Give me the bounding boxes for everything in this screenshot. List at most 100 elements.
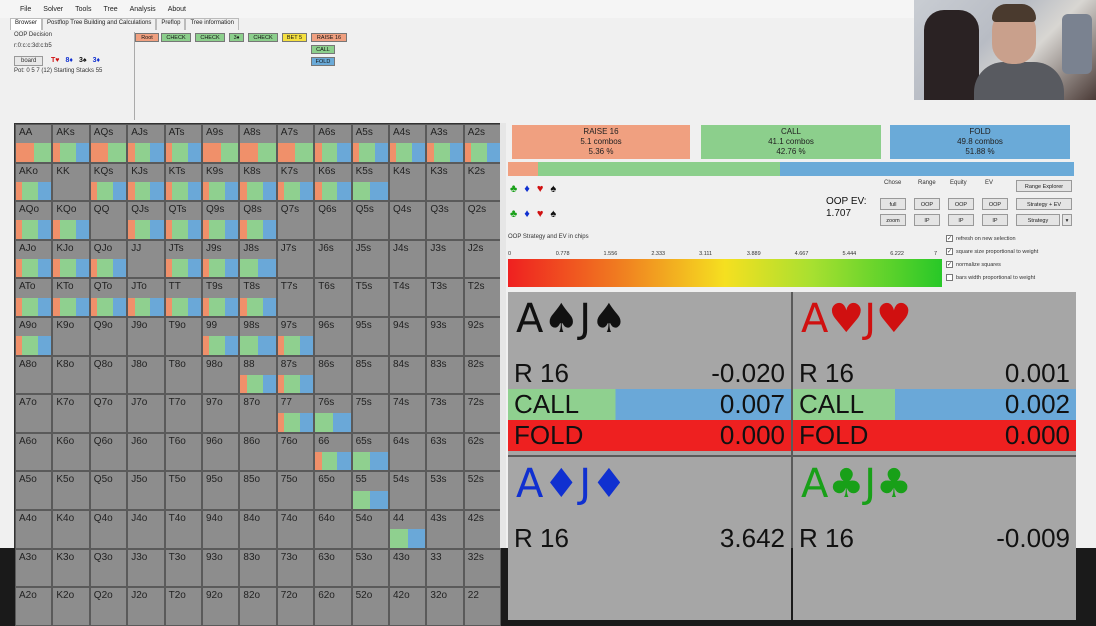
menu-about[interactable]: About	[162, 6, 192, 13]
grid-cell-QTo[interactable]: QTo	[89, 278, 128, 317]
grid-cell-Q3o[interactable]: Q3o	[89, 548, 128, 588]
range-ip-button[interactable]: IP	[914, 214, 940, 226]
strategy-button[interactable]: Strategy	[1016, 214, 1060, 226]
tree-node[interactable]: CHECK	[248, 33, 278, 42]
suit-filter-icon[interactable]: ♠	[550, 208, 556, 222]
grid-cell-T9s[interactable]: T9s	[202, 278, 240, 317]
grid-cell-63o[interactable]: 63o	[314, 548, 352, 588]
grid-cell-A8o[interactable]: A8o	[15, 355, 53, 395]
grid-cell-87s[interactable]: 87s	[276, 355, 315, 395]
grid-cell-Q7o[interactable]: Q7o	[89, 394, 128, 433]
suit-filter-icon[interactable]: ♣	[510, 208, 517, 222]
grid-cell-KTo[interactable]: KTo	[52, 278, 90, 317]
grid-cell-K2o[interactable]: K2o	[52, 587, 90, 626]
grid-cell-Q2o[interactable]: Q2o	[89, 587, 128, 626]
tree-node[interactable]: RAISE 16	[311, 33, 347, 42]
grid-cell-AKs[interactable]: AKs	[52, 124, 90, 163]
option-row[interactable]: bars width proportional to weight	[946, 274, 1035, 281]
grid-cell-A9o[interactable]: A9o	[15, 317, 53, 356]
grid-cell-AA[interactable]: AA	[15, 124, 53, 163]
grid-cell-J9s[interactable]: J9s	[202, 239, 240, 279]
grid-cell-77[interactable]: 77	[276, 394, 315, 433]
grid-cell-99[interactable]: 99	[202, 317, 240, 356]
option-row[interactable]: ✓ normalize squares	[946, 261, 1001, 268]
grid-cell-87o[interactable]: 87o	[239, 394, 277, 433]
grid-cell-65o[interactable]: 65o	[314, 471, 352, 510]
grid-cell-J8s[interactable]: J8s	[239, 239, 277, 279]
grid-cell-K5o[interactable]: K5o	[52, 471, 90, 510]
grid-cell-Q4s[interactable]: Q4s	[389, 201, 427, 240]
tab-browser[interactable]: Browser	[10, 18, 43, 30]
zoom-button[interactable]: zoom	[880, 214, 906, 226]
grid-cell-K2s[interactable]: K2s	[463, 162, 502, 202]
board-button[interactable]: board	[14, 56, 44, 66]
grid-cell-64o[interactable]: 64o	[314, 510, 352, 549]
grid-cell-94o[interactable]: 94o	[202, 510, 240, 549]
grid-cell-J2s[interactable]: J2s	[463, 239, 502, 279]
suit-filter-icon[interactable]: ♦	[524, 183, 530, 197]
grid-cell-73s[interactable]: 73s	[426, 394, 464, 433]
tree-node[interactable]: BET 5	[282, 33, 307, 42]
grid-cell-ATo[interactable]: ATo	[15, 278, 53, 317]
grid-cell-93s[interactable]: 93s	[426, 317, 464, 356]
grid-cell-J3o[interactable]: J3o	[127, 548, 165, 588]
grid-cell-75s[interactable]: 75s	[351, 394, 389, 433]
grid-cell-AKo[interactable]: AKo	[15, 162, 53, 202]
grid-cell-82s[interactable]: 82s	[463, 355, 502, 395]
grid-cell-AJo[interactable]: AJo	[15, 239, 53, 279]
option-row[interactable]: ✓ square size proportional to weight	[946, 248, 1038, 255]
grid-cell-T6o[interactable]: T6o	[164, 432, 202, 472]
grid-cell-A3o[interactable]: A3o	[15, 548, 53, 588]
grid-cell-62o[interactable]: 62o	[314, 587, 352, 626]
checkbox[interactable]: ✓	[946, 261, 953, 268]
grid-cell-92o[interactable]: 92o	[202, 587, 240, 626]
grid-cell-J8o[interactable]: J8o	[127, 355, 165, 395]
grid-cell-J3s[interactable]: J3s	[426, 239, 464, 279]
grid-cell-32o[interactable]: 32o	[426, 587, 464, 626]
grid-cell-66[interactable]: 66	[314, 432, 352, 472]
grid-cell-T7s[interactable]: T7s	[276, 278, 315, 317]
hand-card[interactable]: A♥J♥ R 16 0.001 CALL 0.002 FOLD 0.000	[793, 292, 1076, 455]
grid-cell-KJo[interactable]: KJo	[52, 239, 90, 279]
action-box-call[interactable]: CALL 41.1 combos 42.76 %	[701, 125, 881, 159]
grid-cell-A8s[interactable]: A8s	[239, 124, 277, 163]
grid-cell-KTs[interactable]: KTs	[164, 162, 202, 202]
grid-cell-T3s[interactable]: T3s	[426, 278, 464, 317]
tab-postflop[interactable]: Postflop Tree Building and Calculations	[42, 18, 157, 30]
grid-cell-J4o[interactable]: J4o	[127, 510, 165, 549]
grid-cell-53o[interactable]: 53o	[351, 548, 389, 588]
grid-cell-42s[interactable]: 42s	[463, 510, 502, 549]
grid-cell-K9o[interactable]: K9o	[52, 317, 90, 356]
grid-cell-T2o[interactable]: T2o	[164, 587, 202, 626]
tab-preflop[interactable]: Preflop	[156, 18, 186, 30]
grid-cell-A7o[interactable]: A7o	[15, 394, 53, 433]
grid-cell-94s[interactable]: 94s	[389, 317, 427, 356]
grid-cell-J5s[interactable]: J5s	[351, 239, 389, 279]
suit-filter-icon[interactable]: ♥	[537, 208, 544, 222]
grid-cell-T6s[interactable]: T6s	[314, 278, 352, 317]
grid-cell-74s[interactable]: 74s	[389, 394, 427, 433]
grid-cell-95o[interactable]: 95o	[202, 471, 240, 510]
grid-cell-K6s[interactable]: K6s	[314, 162, 352, 202]
grid-cell-AQo[interactable]: AQo	[15, 201, 53, 240]
option-row[interactable]: ✓ refresh on new selection	[946, 235, 1016, 242]
grid-cell-A6s[interactable]: A6s	[314, 124, 352, 163]
grid-cell-QQ[interactable]: QQ	[89, 201, 128, 240]
tree-node[interactable]: CHECK	[195, 33, 225, 42]
grid-cell-ATs[interactable]: ATs	[164, 124, 202, 163]
grid-cell-84o[interactable]: 84o	[239, 510, 277, 549]
hand-card[interactable]: A♣J♣ R 16 -0.009	[793, 457, 1076, 620]
grid-cell-Q4o[interactable]: Q4o	[89, 510, 128, 549]
grid-cell-J2o[interactable]: J2o	[127, 587, 165, 626]
grid-cell-Q6o[interactable]: Q6o	[89, 432, 128, 472]
suit-filter-icon[interactable]: ♠	[550, 183, 556, 197]
grid-cell-Q5s[interactable]: Q5s	[351, 201, 389, 240]
grid-cell-K6o[interactable]: K6o	[52, 432, 90, 472]
range-explorer-button[interactable]: Range Explorer	[1016, 180, 1072, 192]
grid-cell-A6o[interactable]: A6o	[15, 432, 53, 472]
grid-cell-J6s[interactable]: J6s	[314, 239, 352, 279]
grid-cell-K4o[interactable]: K4o	[52, 510, 90, 549]
grid-cell-96o[interactable]: 96o	[202, 432, 240, 472]
grid-cell-K3o[interactable]: K3o	[52, 548, 90, 588]
grid-cell-Q5o[interactable]: Q5o	[89, 471, 128, 510]
